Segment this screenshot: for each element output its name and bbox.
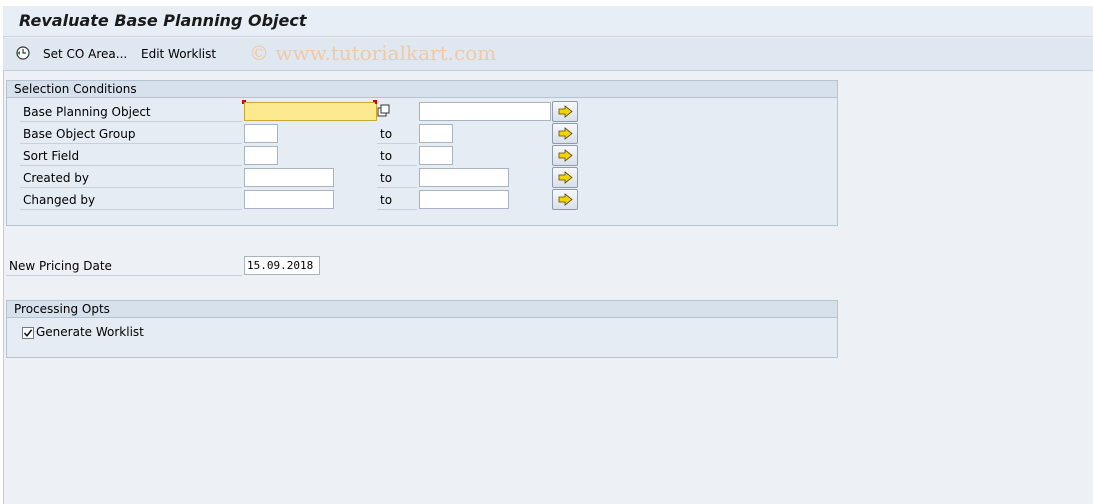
created-by-from-input[interactable] <box>244 168 334 187</box>
multiple-selection-button[interactable] <box>552 189 578 210</box>
sort-field-label: Sort Field <box>23 149 80 163</box>
to-label: to <box>380 193 393 207</box>
label-underline <box>377 143 417 144</box>
execute-clock-icon[interactable] <box>16 46 30 60</box>
label-underline <box>377 209 417 210</box>
multiple-selection-button[interactable] <box>552 123 578 144</box>
to-label: to <box>380 149 393 163</box>
arrow-right-icon <box>558 105 573 118</box>
new-pricing-date-label: New Pricing Date <box>9 259 112 273</box>
label-underline <box>377 187 417 188</box>
label-underline <box>6 275 242 276</box>
created-by-to-input[interactable] <box>419 168 509 187</box>
generate-worklist-label[interactable]: Generate Worklist <box>36 325 144 339</box>
processing-opts-title: Processing Opts <box>14 302 110 316</box>
label-underline <box>20 165 242 166</box>
arrow-right-icon <box>558 171 573 184</box>
base-object-group-from-input[interactable] <box>244 124 278 143</box>
title-bar: Revaluate Base Planning Object <box>3 6 1093 37</box>
base-planning-object-from-input[interactable] <box>244 102 377 121</box>
arrow-right-icon <box>558 149 573 162</box>
base-planning-object-to-input[interactable] <box>419 102 551 121</box>
changed-by-label: Changed by <box>23 193 96 207</box>
selection-conditions-title: Selection Conditions <box>14 82 137 96</box>
base-planning-object-label: Base Planning Object <box>23 105 151 119</box>
sort-field-from-input[interactable] <box>244 146 278 165</box>
to-label: to <box>380 127 393 141</box>
label-underline <box>20 121 242 122</box>
to-label: to <box>380 171 393 185</box>
multiple-selection-icon[interactable] <box>377 104 391 118</box>
label-underline <box>377 165 417 166</box>
processing-opts-header: Processing Opts <box>7 301 837 318</box>
page-title: Revaluate Base Planning Object <box>19 11 307 30</box>
base-object-group-to-input[interactable] <box>419 124 453 143</box>
arrow-right-icon <box>558 127 573 140</box>
checkmark-icon <box>23 329 33 337</box>
label-underline <box>20 187 242 188</box>
watermark-text: © www.tutorialkart.com <box>249 41 497 65</box>
multiple-selection-button[interactable] <box>552 167 578 188</box>
multiple-selection-button[interactable] <box>552 145 578 166</box>
base-object-group-label: Base Object Group <box>23 127 136 141</box>
changed-by-to-input[interactable] <box>419 190 509 209</box>
multiple-selection-button[interactable] <box>552 101 578 122</box>
label-underline <box>20 209 242 210</box>
application-toolbar: Set CO Area... Edit Worklist © www.tutor… <box>3 38 1093 71</box>
arrow-right-icon <box>558 193 573 206</box>
required-marker <box>242 100 246 104</box>
created-by-label: Created by <box>23 171 90 185</box>
edit-worklist-button[interactable]: Edit Worklist <box>141 47 216 61</box>
new-pricing-date-input[interactable]: 15.09.2018 <box>244 256 320 275</box>
set-co-area-button[interactable]: Set CO Area... <box>43 47 127 61</box>
selection-conditions-header: Selection Conditions <box>7 81 837 98</box>
label-underline <box>20 143 242 144</box>
sort-field-to-input[interactable] <box>419 146 453 165</box>
changed-by-from-input[interactable] <box>244 190 334 209</box>
generate-worklist-checkbox[interactable] <box>22 327 34 339</box>
